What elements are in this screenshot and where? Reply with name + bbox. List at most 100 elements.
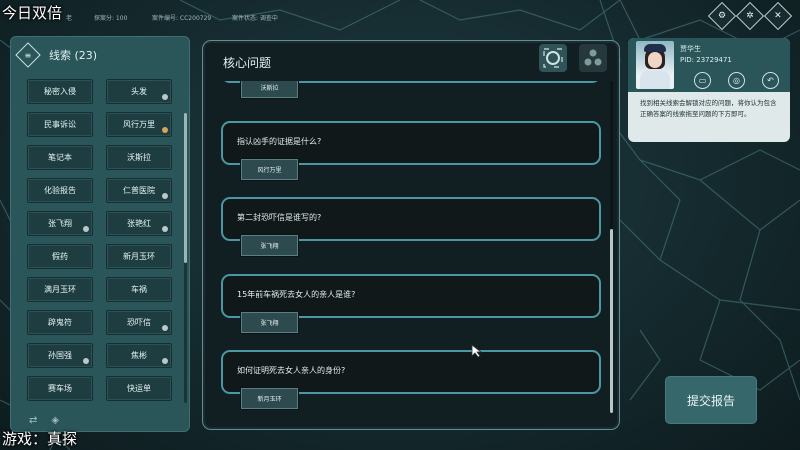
question-text: 指认凶手的证据是什么?	[237, 137, 322, 146]
clue-item-label: 秘密入侵	[44, 87, 76, 96]
rank-text: 老	[66, 15, 73, 22]
clue-scrollbar-thumb[interactable]	[184, 113, 187, 263]
clue-item[interactable]: 孙国强	[27, 343, 93, 368]
clue-item[interactable]: 假药	[27, 244, 93, 269]
clue-new-marker-icon	[162, 325, 168, 331]
answer-slot[interactable]: 新月玉环	[240, 387, 299, 410]
clue-item-label: 辟鬼符	[48, 318, 72, 327]
clue-item[interactable]: 张飞翔	[27, 211, 93, 236]
case-status: 案件状态: 调查中	[232, 15, 278, 22]
case-number: 案件编号: CC200729	[152, 15, 212, 22]
clue-item-label: 新月玉环	[123, 252, 155, 261]
character-header: 贾华生 PID: 23729471 ▭ ◎ ↶	[628, 38, 790, 92]
clue-item-label: 孙国强	[48, 351, 72, 360]
question-card: 如何证明死去女人亲人的身份? 新月玉环	[221, 350, 601, 410]
hint-text: 找到相关线索会解锁对应的问题，将你认为包含正确答案的线索拖至问题的下方即可。	[640, 99, 777, 118]
question-card: 第二封恐吓信是谁写的? 张飞翔	[221, 197, 601, 257]
message-icon[interactable]: ▭	[694, 72, 711, 89]
clue-new-marker-icon	[162, 94, 168, 100]
clue-new-marker-icon	[83, 358, 89, 364]
character-card: 贾华生 PID: 23729471 ▭ ◎ ↶ 找到相关线索会解锁对应的问题，将…	[628, 38, 790, 142]
clue-item-label: 化验报告	[44, 186, 76, 195]
close-icon[interactable]: ✕	[763, 1, 793, 31]
cluster-icon[interactable]	[579, 44, 607, 72]
clue-item-label: 恐吓信	[127, 318, 151, 327]
clue-item[interactable]: 沃斯拉	[106, 145, 172, 170]
settings-icon[interactable]: ⚙	[707, 1, 737, 31]
character-actions: ▭ ◎ ↶	[694, 72, 779, 89]
clue-item-label: 仁普医院	[123, 186, 155, 195]
core-questions-panel: 核心问题 沃斯拉 指认凶手的证据是什么? 风行万里 第二封恐吓信是谁写的? 张飞翔 15…	[202, 40, 620, 430]
answer-slot[interactable]: 风行万里	[240, 158, 299, 181]
avatar	[636, 41, 674, 89]
clue-item[interactable]: 笔记本	[27, 145, 93, 170]
top-toolbar: ⚙ ✲ ✕	[707, 1, 793, 31]
clue-new-marker-icon	[162, 358, 168, 364]
filter-icon[interactable]: ⇄	[29, 415, 37, 426]
badge-icon[interactable]: ◎	[728, 72, 745, 89]
clue-list-icon[interactable]: ≡	[15, 42, 41, 68]
clue-item[interactable]: 头发	[106, 79, 172, 104]
clue-item-label: 假药	[52, 252, 68, 261]
clue-new-marker-icon	[83, 226, 89, 232]
question-text: 如何证明死去女人亲人的身份?	[237, 366, 346, 375]
clue-item-label: 头发	[131, 87, 147, 96]
clue-item[interactable]: 张艳红	[106, 211, 172, 236]
clue-item[interactable]: 车祸	[106, 277, 172, 302]
clue-item-label: 快运单	[127, 384, 151, 393]
question-card: 15年前车祸死去女人的亲人是谁? 张飞翔	[221, 274, 601, 334]
question-list: 沃斯拉 指认凶手的证据是什么? 风行万里 第二封恐吓信是谁写的? 张飞翔 15年前车祸死…	[203, 81, 621, 429]
clue-item[interactable]: 快运单	[106, 376, 172, 401]
clue-item-label: 张飞翔	[48, 219, 72, 228]
clue-footer: ⇄ ◈	[29, 415, 59, 426]
clue-item-label: 风行万里	[123, 120, 155, 129]
clue-item-label: 焦彬	[131, 351, 147, 360]
core-scrollbar-thumb[interactable]	[610, 229, 613, 413]
clue-item-label: 赛车场	[48, 384, 72, 393]
answer-slot[interactable]: 张飞翔	[240, 234, 299, 257]
clue-list: 秘密入侵 头发民事诉讼 风行万里笔记本 沃斯拉化验报告 仁普医院张飞翔 张艳红假药 新月玉环…	[27, 79, 177, 409]
clue-item[interactable]: 辟鬼符	[27, 310, 93, 335]
clue-title: 线索 (23)	[49, 49, 98, 62]
clue-new-marker-icon	[162, 127, 168, 133]
clue-item[interactable]: 风行万里	[106, 112, 172, 137]
mouse-cursor-icon	[471, 344, 483, 358]
clue-new-marker-icon	[162, 193, 168, 199]
core-scrollbar[interactable]	[610, 81, 613, 413]
submit-report-button[interactable]: 提交报告	[665, 376, 757, 424]
answer-slot[interactable]: 张飞翔	[240, 311, 299, 334]
stream-overlay-title: 今日双倍	[2, 4, 63, 22]
clue-scrollbar[interactable]	[184, 113, 187, 403]
clue-item[interactable]: 恐吓信	[106, 310, 172, 335]
clue-item[interactable]: 化验报告	[27, 178, 93, 203]
character-pid: PID: 23729471	[680, 56, 732, 64]
clue-item-label: 民事诉讼	[44, 120, 76, 129]
question-text: 第二封恐吓信是谁写的?	[237, 213, 322, 222]
clue-new-marker-icon	[162, 226, 168, 232]
clue-item[interactable]: 秘密入侵	[27, 79, 93, 104]
clue-item[interactable]: 仁普医院	[106, 178, 172, 203]
clue-item-label: 笔记本	[48, 153, 72, 162]
back-icon[interactable]: ↶	[762, 72, 779, 89]
clue-panel: ≡ 线索 (23) 秘密入侵 头发民事诉讼 风行万里笔记本 沃斯拉化验报告 仁普医院张飞…	[10, 36, 190, 432]
gear-icon[interactable]: ✲	[735, 1, 765, 31]
clue-item[interactable]: 民事诉讼	[27, 112, 93, 137]
layers-icon[interactable]: ◈	[51, 415, 59, 426]
clue-item[interactable]: 新月玉环	[106, 244, 172, 269]
character-name: 贾华生	[680, 45, 701, 53]
detective-points: 探案分: 100	[94, 15, 128, 22]
clue-item[interactable]: 赛车场	[27, 376, 93, 401]
clue-item-label: 满月玉环	[44, 285, 76, 294]
clue-item[interactable]: 满月玉环	[27, 277, 93, 302]
clue-header: ≡ 线索 (23)	[15, 42, 185, 68]
question-text: 15年前车祸死去女人的亲人是谁?	[237, 290, 356, 299]
clue-item-label: 沃斯拉	[127, 153, 151, 162]
clue-item[interactable]: 焦彬	[106, 343, 172, 368]
clue-item-label: 张艳红	[127, 219, 151, 228]
answer-slot[interactable]: 沃斯拉	[240, 81, 299, 99]
focus-icon[interactable]	[539, 44, 567, 72]
stream-overlay-game: 游戏：真探	[2, 430, 78, 448]
question-card: 沃斯拉	[221, 81, 601, 99]
core-title: 核心问题	[223, 56, 272, 70]
question-card: 指认凶手的证据是什么? 风行万里	[221, 121, 601, 181]
